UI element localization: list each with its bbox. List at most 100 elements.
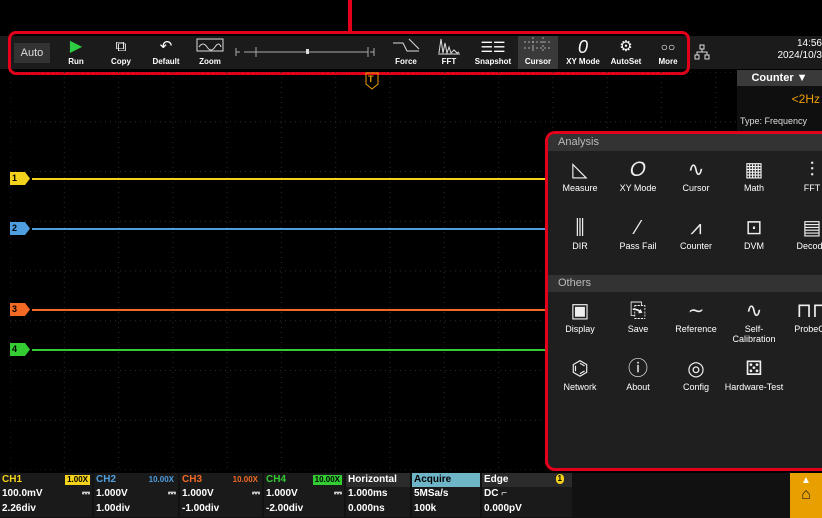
menu-item-save[interactable]: ⎘ Save — [608, 298, 668, 334]
counter-value: <2Hz — [791, 92, 820, 106]
menu-item-pass-fail[interactable]: ⁄ Pass Fail — [608, 215, 668, 251]
copy-icon: ⧉ — [115, 38, 127, 55]
menu-item-config[interactable]: ◎ Config — [666, 356, 726, 392]
dir-icon: ⫼ — [575, 217, 585, 239]
menu-item-label: About — [626, 382, 650, 392]
hardware-test-icon: ⚄ — [745, 358, 763, 380]
config-icon: ◎ — [687, 358, 705, 380]
menu-item-label: DVM — [744, 241, 764, 251]
ch2-info[interactable]: CH2 10.00X 1.000V ⎓ 1.00div — [94, 473, 178, 518]
position-slider[interactable] — [234, 42, 380, 62]
menu-item-math[interactable]: ▦ Math — [724, 157, 784, 193]
menu-item-display[interactable]: ▣ Display — [550, 298, 610, 334]
snapshot-list-icon: ☰☰ — [480, 39, 506, 55]
menu-item-decode[interactable]: ▤ Decode — [782, 215, 822, 251]
ch4-info[interactable]: CH4 10.00X 1.000V ⎓ -2.00div — [264, 473, 344, 518]
menu-item-probe-check[interactable]: ⊓⊓ ProbeCh — [782, 298, 822, 334]
trigger-position-marker[interactable]: T — [365, 72, 379, 90]
counter-title: Counter ▼ — [737, 70, 822, 86]
auto-mode-button[interactable]: Auto — [14, 43, 50, 63]
more-menu-panel: Analysis ◺ Measure 𝑂 XY Mode ∿ Cursor ▦ Math ⫶ FF… — [545, 131, 822, 471]
play-icon: ▶ — [69, 38, 83, 55]
network-status-icon — [694, 44, 710, 60]
chevron-up-icon: ▲ — [801, 475, 811, 486]
menu-item-label: Decode — [796, 241, 822, 251]
others-section-header: Others — [548, 275, 822, 292]
top-toolbar: ▶ Run ⧉ Copy ↶ Default Zoom Force FFT ☰☰… — [0, 36, 822, 69]
status-bar: CH1 1.00X 100.0mV ⎓ 2.26div CH2 10.00X 1.… — [0, 473, 822, 518]
cursor-icon: ∿ — [687, 159, 705, 181]
zoom-button[interactable]: Zoom — [192, 36, 228, 69]
network-icon: ⌬ — [571, 358, 589, 380]
counter-panel[interactable]: Counter ▼ <2Hz Type: Frequency — [737, 70, 822, 135]
more-button[interactable]: ○○ More — [650, 36, 686, 69]
menu-item-label: Counter — [679, 241, 713, 251]
menu-item-label: Cursor — [682, 183, 710, 193]
zoom-icon — [192, 37, 228, 57]
menu-item-label: Save — [627, 324, 649, 334]
menu-item-about[interactable]: ⓘ About — [608, 356, 668, 392]
counter-icon: ⩘ — [690, 217, 702, 239]
rising-edge-icon: ⌐ — [501, 488, 508, 499]
self-calibration-icon: ∿ — [745, 300, 763, 322]
menu-item-label: Network — [563, 382, 597, 392]
cursor-button[interactable]: Cursor — [518, 36, 558, 69]
menu-item-xy-mode[interactable]: 𝑂 XY Mode — [608, 157, 668, 193]
menu-item-label: Self-Calibration — [732, 324, 776, 344]
measure-icon: ◺ — [572, 159, 588, 181]
more-grid-icon: ○○ — [660, 40, 676, 54]
menu-item-label: Hardware-Test — [724, 382, 784, 392]
menu-item-label: Config — [682, 382, 709, 392]
save-icon: ⎘ — [630, 300, 646, 322]
menu-item-label: DIR — [572, 241, 588, 251]
trigger-edge-info[interactable]: Edge 1 DC ⌐ 0.000pV — [482, 473, 572, 518]
fft-icon: ⫶ — [809, 159, 815, 181]
menu-item-label: Measure — [562, 183, 598, 193]
autoset-button[interactable]: ⚙ AutoSet — [606, 36, 646, 69]
acquire-info[interactable]: Acquire 5MSa/s 100k — [412, 473, 480, 518]
cursor-grid-icon — [518, 37, 558, 57]
analysis-grid: ◺ Measure 𝑂 XY Mode ∿ Cursor ▦ Math ⫶ FFT ⫼ DIR ⁄ Pas… — [548, 151, 822, 275]
home-icon: ⌂ — [801, 486, 811, 503]
menu-item-dir[interactable]: ⫼ DIR — [550, 215, 610, 251]
top-red-marker — [348, 0, 352, 32]
clock-time: 14:56 — [796, 38, 822, 49]
menu-item-label: XY Mode — [619, 183, 657, 193]
fft-icon — [430, 37, 468, 57]
copy-button[interactable]: ⧉ Copy — [102, 36, 140, 69]
default-button[interactable]: ↶ Default — [146, 36, 186, 69]
snapshot-button[interactable]: ☰☰ Snapshot — [472, 36, 514, 69]
menu-item-label: Display — [565, 324, 595, 334]
menu-item-self-calibration[interactable]: ∿ Self-Calibration — [724, 298, 784, 344]
menu-item-cursor[interactable]: ∿ Cursor — [666, 157, 726, 193]
horizontal-info[interactable]: Horizontal 1.000ms 0.000ns — [346, 473, 410, 518]
reference-icon: ∼ — [687, 300, 705, 322]
menu-item-label: Math — [743, 183, 764, 193]
menu-item-counter[interactable]: ⩘ Counter — [666, 215, 726, 251]
menu-item-label: ProbeCh — [794, 324, 822, 334]
about-icon: ⓘ — [628, 358, 648, 380]
probe-check-icon: ⊓⊓ — [796, 300, 822, 322]
menu-item-network[interactable]: ⌬ Network — [550, 356, 610, 392]
menu-item-measure[interactable]: ◺ Measure — [550, 157, 610, 193]
ch1-info[interactable]: CH1 1.00X 100.0mV ⎓ 2.26div — [0, 473, 92, 518]
math-icon: ▦ — [744, 159, 764, 181]
xy-mode-button[interactable]: 0 XY Mode — [562, 36, 604, 69]
decode-icon: ▤ — [802, 217, 822, 239]
pass-fail-icon: ⁄ — [636, 217, 640, 239]
fft-button[interactable]: FFT — [430, 36, 468, 69]
run-button[interactable]: ▶ Run — [58, 36, 94, 69]
force-button[interactable]: Force — [386, 36, 426, 69]
counter-type: Type: Frequency — [740, 116, 808, 126]
menu-item-fft[interactable]: ⫶ FFT — [782, 157, 822, 193]
home-button[interactable]: ▲ ⌂ — [790, 473, 822, 518]
xy-mode-icon: 𝑂 — [630, 159, 646, 181]
menu-item-dvm[interactable]: ⊡ DVM — [724, 215, 784, 251]
menu-item-hardware-test[interactable]: ⚄ Hardware-Test — [724, 356, 784, 392]
analysis-section-header: Analysis — [548, 134, 822, 151]
menu-item-reference[interactable]: ∼ Reference — [666, 298, 726, 334]
ch3-info[interactable]: CH3 10.00X 1.000V ⎓ -1.00div — [180, 473, 262, 518]
dropdown-arrow-icon[interactable]: ▼ — [797, 72, 808, 84]
clock: 14:56 2024/10/3 — [730, 38, 822, 62]
display-icon: ▣ — [570, 300, 590, 322]
